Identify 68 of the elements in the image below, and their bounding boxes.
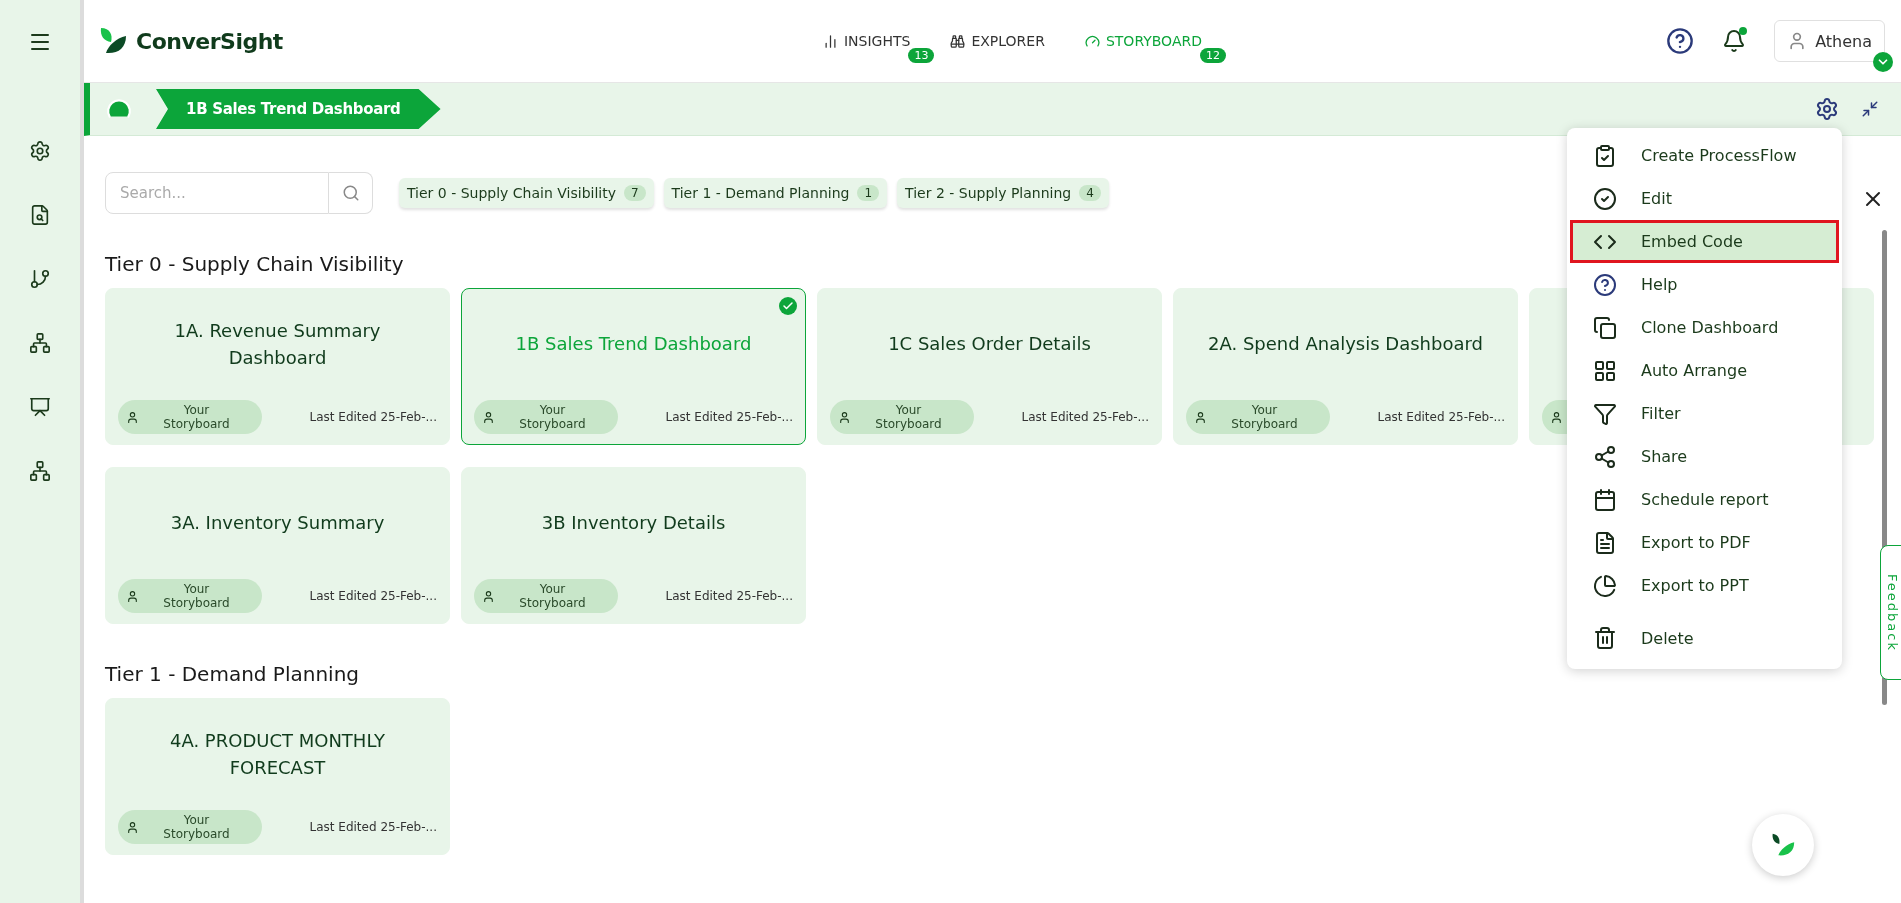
card-title: 1C Sales Order Details <box>888 332 1091 357</box>
nav-tab[interactable]: EXPLORER <box>948 27 1047 55</box>
last-edited-text: Last Edited 25-Feb-... <box>1021 410 1149 424</box>
dashboard-card[interactable]: 1B Sales Trend Dashboard Your Storyboard Last Edited 25-Feb-... <box>461 288 806 445</box>
check-icon <box>779 297 797 315</box>
count-badge: 7 <box>623 185 646 201</box>
last-edited-text: Last Edited 25-Feb-... <box>309 589 437 603</box>
count-badge: 12 <box>1200 48 1226 63</box>
count-badge: 13 <box>908 48 935 63</box>
menu-item[interactable]: Embed Code <box>1570 220 1839 263</box>
copy-icon <box>1593 315 1617 340</box>
owner-tag: Your Storyboard <box>474 579 618 613</box>
user-icon <box>482 410 495 424</box>
last-edited-text: Last Edited 25-Feb-... <box>1377 410 1505 424</box>
user-icon <box>126 589 139 603</box>
search-field[interactable]: Search... <box>105 172 329 214</box>
last-edited-text: Last Edited 25-Feb-... <box>309 820 437 834</box>
funnel-icon <box>1593 401 1617 426</box>
dashboard-card[interactable]: 4A. PRODUCT MONTHLY FORECAST Your Storyboard Last Edited 25-Feb-... <box>105 698 450 855</box>
user-icon <box>1550 410 1563 424</box>
grid-icon <box>1593 358 1617 383</box>
dashboard-card[interactable]: 1A. Revenue Summary Dashboard Your Storyboard Last Edited 25-Feb-... <box>105 288 450 445</box>
owner-tag: Your Storyboard <box>118 579 262 613</box>
section-title: Tier 1 - Demand Planning <box>105 662 361 686</box>
user-menu-button[interactable]: Athena <box>1774 20 1885 62</box>
user-icon <box>126 410 139 424</box>
count-badge: 4 <box>1079 185 1101 201</box>
owner-tag: Your Storyboard <box>830 400 974 434</box>
filter-chip[interactable]: Tier 1 - Demand Planning 1 <box>663 178 888 208</box>
user-icon <box>838 410 851 424</box>
count-badge: 1 <box>857 185 880 201</box>
owner-tag: Your Storyboard <box>118 810 262 844</box>
logo-text: ConverSight <box>136 28 283 54</box>
caret-icon[interactable] <box>1873 52 1893 72</box>
owner-tag: Your Storyboard <box>474 400 618 434</box>
dashboard-card[interactable]: 2A. Spend Analysis Dashboard Your Storyboard Last Edited 25-Feb-... <box>1173 288 1518 445</box>
card-title: 1B Sales Trend Dashboard <box>515 332 752 357</box>
card-title: 2A. Spend Analysis Dashboard <box>1208 332 1483 357</box>
owner-tag: Your Storyboard <box>118 400 262 434</box>
last-edited-text: Last Edited 25-Feb-... <box>309 410 437 424</box>
filter-chip[interactable]: Tier 0 - Supply Chain Visibility 7 <box>399 178 654 208</box>
binoculars-icon <box>950 33 966 49</box>
card-title: 4A. PRODUCT MONTHLY FORECAST <box>168 729 387 780</box>
logo-icon <box>98 26 128 56</box>
card-title: 3B Inventory Details <box>541 511 726 536</box>
help-icon <box>1593 272 1617 297</box>
last-edited-text: Last Edited 25-Feb-... <box>665 410 793 424</box>
bar-chart-icon <box>823 33 838 49</box>
trash-icon <box>1593 626 1617 650</box>
dashboard-card[interactable]: 1C Sales Order Details Your Storyboard Last Edited 25-Feb-... <box>817 288 1162 445</box>
card-title: 1A. Revenue Summary Dashboard <box>173 319 382 370</box>
pie-chart-icon <box>1593 573 1617 598</box>
user-icon <box>482 589 495 603</box>
calendar-icon <box>1593 487 1617 512</box>
filter-chip[interactable]: Tier 2 - Supply Planning 4 <box>897 178 1109 208</box>
check-circle-icon <box>1593 186 1617 211</box>
user-icon <box>1194 410 1207 424</box>
owner-tag: Your Storyboard <box>1186 400 1330 434</box>
dashboard-card[interactable]: 3B Inventory Details Your Storyboard Last Edited 25-Feb-... <box>461 467 806 624</box>
user-icon <box>126 820 139 834</box>
card-title: 3A. Inventory Summary <box>170 511 385 536</box>
share-icon <box>1593 444 1617 469</box>
section-title: Tier 0 - Supply Chain Visibility <box>105 252 405 276</box>
document-icon <box>1593 530 1617 555</box>
last-edited-text: Last Edited 25-Feb-... <box>665 589 793 603</box>
search-icon[interactable] <box>329 172 373 214</box>
dashboard-card[interactable]: 3A. Inventory Summary Your Storyboard Last Edited 25-Feb-... <box>105 467 450 624</box>
clipboard-check-icon <box>1593 143 1617 168</box>
